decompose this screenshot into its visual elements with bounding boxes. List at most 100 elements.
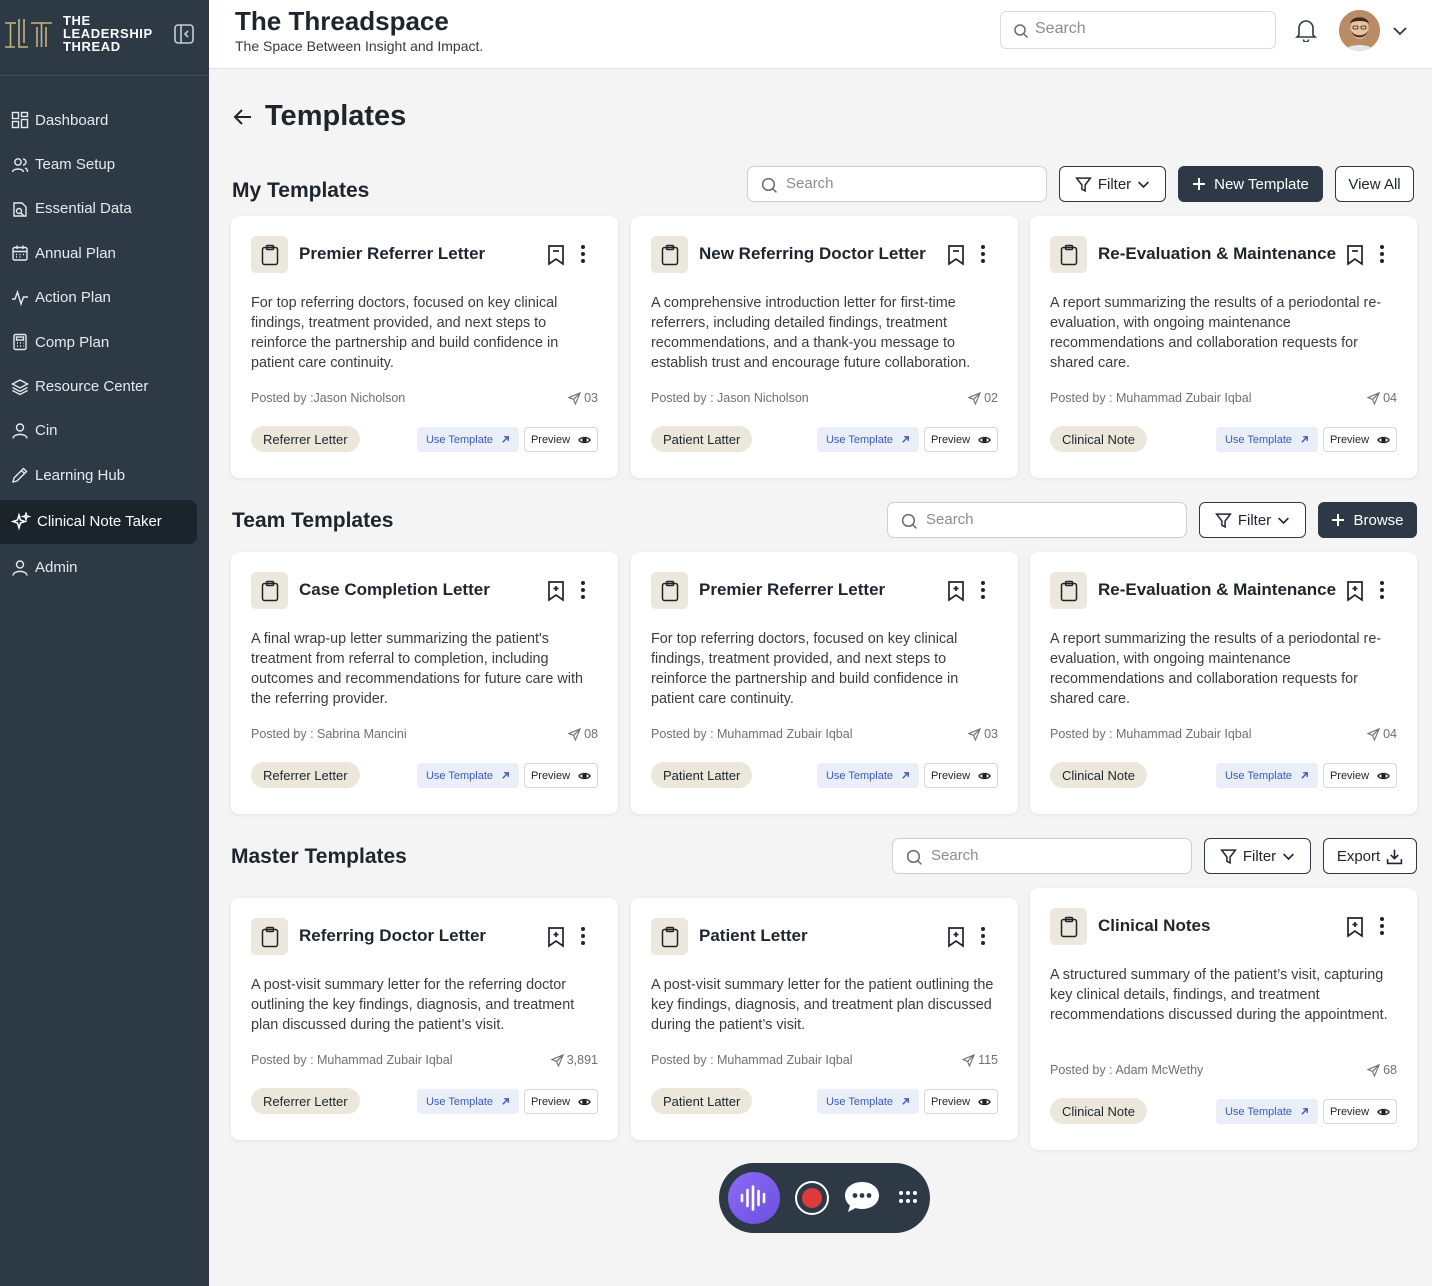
chat-icon[interactable] (843, 1180, 881, 1214)
card-author: Posted by : Sabrina Mancini (251, 727, 407, 741)
sidebar-nav: Dashboard Team Setup Essential Data Annu… (0, 98, 209, 590)
bookmark-button[interactable] (1345, 580, 1365, 602)
voice-button[interactable] (728, 1172, 780, 1224)
template-card[interactable]: Referring Doctor Letter A post-visit summ… (231, 898, 618, 1140)
clipboard-icon (651, 918, 688, 955)
bookmark-button[interactable] (546, 580, 566, 602)
template-card[interactable]: Patient Letter A post-visit summary lette… (631, 898, 1018, 1140)
clipboard-icon (1050, 908, 1087, 945)
master-templates-search-input[interactable] (931, 847, 1151, 864)
bookmark-button[interactable] (946, 580, 966, 602)
sidebar-item-clinical-note-taker[interactable]: Clinical Note Taker (0, 499, 197, 544)
send-count: 04 (1367, 391, 1397, 405)
bookmark-button[interactable] (946, 926, 966, 948)
collapse-sidebar-icon[interactable] (173, 23, 195, 45)
use-template-button[interactable]: Use Template (817, 763, 919, 788)
my-templates-filter-button[interactable]: Filter (1059, 166, 1166, 202)
use-template-button[interactable]: Use Template (817, 427, 919, 452)
sidebar-item-essential-data[interactable]: Essential Data (0, 187, 209, 231)
card-menu-button[interactable] (1379, 916, 1385, 936)
bookmark-button[interactable] (546, 926, 566, 948)
more-vertical-icon (581, 245, 585, 263)
sidebar-item-action-plan[interactable]: Action Plan (0, 276, 209, 320)
more-vertical-icon (1380, 245, 1384, 263)
sidebar-item-resource-center[interactable]: Resource Center (0, 364, 209, 408)
template-card[interactable]: Clinical Notes A structured summary of th… (1030, 888, 1417, 1150)
card-menu-button[interactable] (1379, 244, 1385, 264)
avatar[interactable] (1339, 10, 1380, 51)
user-icon (12, 560, 28, 576)
bookmark-button[interactable] (946, 244, 966, 266)
export-button[interactable]: Export (1323, 838, 1417, 874)
preview-button[interactable]: Preview (524, 763, 598, 788)
preview-button[interactable]: Preview (924, 427, 998, 452)
card-title: Premier Referrer Letter (699, 580, 886, 599)
sidebar-item-label: Admin (35, 559, 78, 577)
use-template-button[interactable]: Use Template (417, 1089, 519, 1114)
preview-button[interactable]: Preview (524, 427, 598, 452)
template-card[interactable]: Case Completion Letter A final wrap-up le… (231, 552, 618, 814)
preview-button[interactable]: Preview (1323, 1099, 1397, 1124)
global-search[interactable] (1000, 11, 1276, 49)
card-menu-button[interactable] (1379, 580, 1385, 600)
sidebar-item-learning-hub[interactable]: Learning Hub (0, 453, 209, 497)
bookmark-button[interactable] (1345, 244, 1365, 266)
use-template-button[interactable]: Use Template (1216, 427, 1318, 452)
bookmark-button[interactable] (1345, 916, 1365, 938)
card-menu-button[interactable] (580, 580, 586, 600)
sidebar-item-label: Dashboard (35, 111, 109, 129)
record-icon (802, 1188, 822, 1208)
use-template-button[interactable]: Use Template (417, 763, 519, 788)
my-templates-search[interactable] (747, 166, 1047, 202)
eye-icon (1377, 436, 1390, 443)
card-menu-button[interactable] (580, 926, 586, 946)
team-templates-search-input[interactable] (926, 511, 1146, 528)
sidebar-item-comp-plan[interactable]: Comp Plan (0, 320, 209, 364)
preview-button[interactable]: Preview (1323, 763, 1397, 788)
preview-button[interactable]: Preview (524, 1089, 598, 1114)
sidebar-item-label: Action Plan (35, 289, 111, 307)
use-template-button[interactable]: Use Template (1216, 763, 1318, 788)
template-card[interactable]: Premier Referrer Letter For top referring… (231, 216, 618, 478)
bell-icon[interactable] (1295, 18, 1317, 42)
browse-button[interactable]: Browse (1318, 502, 1417, 538)
preview-button[interactable]: Preview (1323, 427, 1397, 452)
view-all-button[interactable]: View All (1335, 166, 1414, 202)
preview-button[interactable]: Preview (924, 1089, 998, 1114)
card-menu-button[interactable] (980, 244, 986, 264)
team-templates-filter-button[interactable]: Filter (1199, 502, 1306, 538)
sidebar-item-admin[interactable]: Admin (0, 546, 209, 590)
template-card[interactable]: Re-Evaluation & Maintenance A report summ… (1030, 552, 1417, 814)
team-templates-search[interactable] (887, 502, 1187, 538)
card-title: New Referring Doctor Letter (699, 244, 926, 263)
clipboard-icon (251, 572, 288, 609)
back-arrow-icon[interactable] (233, 107, 253, 127)
master-templates-filter-button[interactable]: Filter (1204, 838, 1311, 874)
bookmark-add-icon (948, 581, 964, 602)
card-menu-button[interactable] (580, 244, 586, 264)
bookmark-button[interactable] (546, 244, 566, 266)
sidebar-item-team-setup[interactable]: Team Setup (0, 142, 209, 186)
sidebar-item-dashboard[interactable]: Dashboard (0, 98, 209, 142)
app-subtitle: The Space Between Insight and Impact. (235, 38, 484, 54)
sidebar-item-cin[interactable]: Cin (0, 409, 209, 453)
template-card[interactable]: Re-Evaluation & Maintenance A report summ… (1030, 216, 1417, 478)
sidebar-item-label: Resource Center (35, 378, 149, 396)
template-card[interactable]: Premier Referrer Letter For top referring… (631, 552, 1018, 814)
sidebar-item-annual-plan[interactable]: Annual Plan (0, 231, 209, 275)
use-template-button[interactable]: Use Template (1216, 1099, 1318, 1124)
use-template-button[interactable]: Use Template (417, 427, 519, 452)
record-button[interactable] (795, 1181, 829, 1215)
chevron-down-icon[interactable] (1392, 23, 1408, 39)
preview-button[interactable]: Preview (924, 763, 998, 788)
card-menu-button[interactable] (980, 580, 986, 600)
global-search-input[interactable] (1035, 20, 1255, 38)
more-dots-icon[interactable] (898, 1190, 918, 1204)
card-menu-button[interactable] (980, 926, 986, 946)
my-templates-search-input[interactable] (786, 175, 1006, 192)
bookmark-add-icon (548, 927, 564, 948)
master-templates-search[interactable] (892, 838, 1192, 874)
use-template-button[interactable]: Use Template (817, 1089, 919, 1114)
new-template-button[interactable]: New Template (1178, 166, 1323, 202)
template-card[interactable]: New Referring Doctor Letter A comprehensi… (631, 216, 1018, 478)
